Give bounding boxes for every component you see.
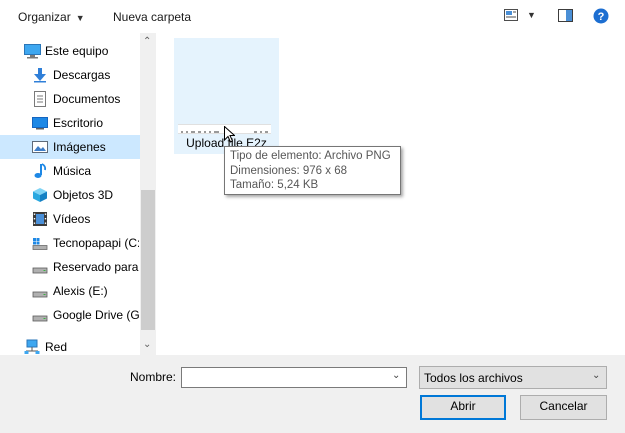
tooltip-size: Tamaño: 5,24 KB bbox=[230, 179, 319, 191]
tooltip-type: Tipo de elemento: Archivo PNG bbox=[230, 150, 391, 162]
windows-drive-icon bbox=[32, 235, 48, 251]
nav-item-3d-objects[interactable]: Objetos 3D bbox=[0, 183, 140, 207]
organize-button[interactable]: Organizar ▼ bbox=[18, 8, 85, 26]
3d-objects-icon bbox=[32, 187, 48, 203]
nav-item-label: Alexis (E:) bbox=[53, 284, 108, 298]
downloads-icon bbox=[32, 67, 48, 83]
drive-icon bbox=[32, 307, 48, 323]
svg-text:?: ? bbox=[598, 11, 605, 23]
navigation-pane: Este equipo Descargas Documentos Escrito… bbox=[0, 33, 156, 355]
chevron-down-icon: ⌄ bbox=[592, 370, 601, 381]
mouse-cursor-icon bbox=[224, 125, 236, 143]
help-icon[interactable]: ? bbox=[593, 8, 609, 24]
nav-item-music[interactable]: Música bbox=[0, 159, 140, 183]
documents-icon bbox=[32, 91, 48, 107]
nav-item-downloads[interactable]: Descargas bbox=[0, 63, 140, 87]
computer-icon bbox=[24, 43, 41, 59]
nav-item-label: Documentos bbox=[53, 92, 121, 106]
drive-icon bbox=[32, 259, 48, 275]
filename-input[interactable]: ⌄ bbox=[181, 367, 407, 388]
nav-item-label: Reservado para e bbox=[53, 260, 139, 274]
nav-item-videos[interactable]: Vídeos bbox=[0, 207, 140, 231]
open-button[interactable]: Abrir bbox=[420, 395, 506, 420]
new-folder-label: Nueva carpeta bbox=[113, 10, 192, 24]
nav-item-documents[interactable]: Documentos bbox=[0, 87, 140, 111]
file-type-value: Todos los archivos bbox=[424, 371, 523, 385]
nav-item-desktop[interactable]: Escritorio bbox=[0, 111, 140, 135]
nav-item-drive-e[interactable]: Alexis (E:) bbox=[0, 279, 140, 303]
nav-item-drive-c[interactable]: Tecnopapapi (C: bbox=[0, 231, 140, 255]
nav-item-pictures[interactable]: Imágenes bbox=[0, 135, 140, 159]
nav-item-label: Imágenes bbox=[53, 140, 106, 154]
network-icon bbox=[24, 339, 40, 355]
nav-item-label: Música bbox=[53, 164, 92, 178]
new-folder-button[interactable]: Nueva carpeta bbox=[113, 8, 191, 26]
change-view-icon[interactable] bbox=[504, 9, 518, 21]
navigation-scrollbar[interactable]: ⌃ ⌄ bbox=[140, 33, 156, 355]
file-type-select[interactable]: Todos los archivos ⌄ bbox=[419, 366, 607, 389]
organize-label: Organizar bbox=[18, 10, 71, 24]
view-options-chevron-icon[interactable]: ▼ bbox=[527, 10, 536, 20]
nav-item-label: Este equipo bbox=[45, 44, 109, 58]
file-tooltip: Tipo de elemento: Archivo PNG Dimensione… bbox=[224, 146, 401, 195]
dialog-footer: Nombre: ⌄ Todos los archivos ⌄ Abrir Can… bbox=[0, 355, 625, 433]
scroll-up-icon[interactable]: ⌃ bbox=[143, 36, 151, 47]
nav-item-reserved[interactable]: Reservado para e bbox=[0, 255, 140, 279]
pictures-icon bbox=[32, 139, 48, 155]
nav-item-label: Descargas bbox=[53, 68, 111, 82]
music-icon bbox=[32, 163, 48, 179]
scroll-down-icon[interactable]: ⌄ bbox=[143, 339, 151, 350]
nav-item-label: Objetos 3D bbox=[53, 188, 114, 202]
nav-item-label: Tecnopapapi (C: bbox=[53, 236, 139, 250]
drive-icon bbox=[32, 283, 48, 299]
filename-label: Nombre: bbox=[130, 370, 177, 384]
nav-item-label: Red bbox=[45, 340, 68, 354]
nav-item-label: Vídeos bbox=[53, 212, 91, 226]
scrollbar-thumb[interactable] bbox=[141, 190, 155, 330]
toolbar: Organizar ▼ Nueva carpeta ▼ ? bbox=[0, 0, 625, 33]
preview-pane-icon[interactable] bbox=[558, 9, 573, 22]
nav-item-label: Escritorio bbox=[53, 116, 104, 130]
cancel-button[interactable]: Cancelar bbox=[520, 395, 607, 420]
desktop-icon bbox=[32, 115, 48, 131]
chevron-down-icon: ▼ bbox=[75, 13, 85, 23]
nav-item-this-pc[interactable]: Este equipo bbox=[0, 39, 140, 63]
filename-history-chevron-icon[interactable]: ⌄ bbox=[392, 370, 400, 381]
tooltip-dimensions: Dimensiones: 976 x 68 bbox=[230, 164, 347, 177]
nav-item-drive-g[interactable]: Google Drive (G: bbox=[0, 303, 140, 327]
nav-item-label: Google Drive (G: bbox=[53, 308, 139, 322]
videos-icon bbox=[32, 211, 48, 227]
